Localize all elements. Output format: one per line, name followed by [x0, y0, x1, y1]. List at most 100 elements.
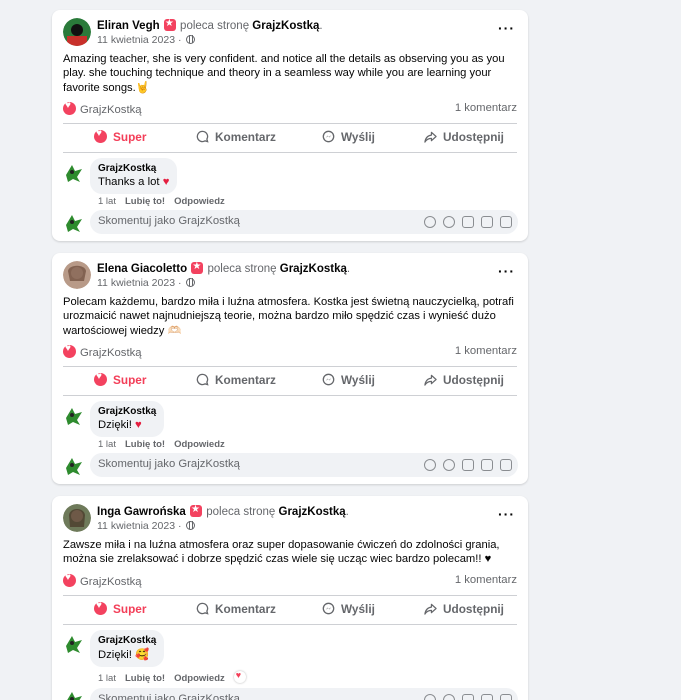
comment-input[interactable]: Skomentuj jako GrajzKostką — [90, 688, 518, 700]
post-date[interactable]: 11 kwietnia 2023 · — [97, 277, 181, 289]
sticker-icon[interactable] — [500, 459, 512, 471]
post-header: Elena Giacoletto poleca stronę GrajzKost… — [63, 261, 517, 297]
page-avatar[interactable] — [63, 405, 85, 427]
comment-links: 1 lat Lubię to! Odpowiedz — [98, 439, 234, 450]
share-button[interactable]: Udostępnij — [424, 602, 504, 616]
camera-icon[interactable] — [462, 216, 474, 228]
comment-button[interactable]: Komentarz — [196, 602, 276, 616]
camera-icon[interactable] — [462, 694, 474, 700]
emoji-icon[interactable] — [443, 216, 455, 228]
page-avatar[interactable] — [63, 633, 85, 655]
comment-input[interactable]: Skomentuj jako GrajzKostką — [90, 210, 518, 234]
comment-text: Dzięki! 🥰 — [98, 649, 150, 661]
comment-like-link[interactable]: Lubię to! — [125, 196, 165, 207]
reactions-summary: GrajzKostką 1 komentarz — [63, 572, 517, 590]
page-avatar[interactable] — [63, 212, 85, 234]
super-button[interactable]: Super — [94, 128, 146, 144]
page-avatar[interactable] — [63, 455, 85, 477]
comment-count[interactable]: 1 komentarz — [455, 102, 517, 114]
author-name[interactable]: Inga Gawrońska — [97, 506, 186, 518]
super-button[interactable]: Super — [94, 371, 146, 387]
more-options-icon[interactable]: ··· — [498, 506, 515, 522]
comment-reply-link[interactable]: Odpowiedz — [174, 196, 225, 207]
comment-links: 1 lat Lubię to! Odpowiedz — [98, 670, 255, 684]
page-avatar[interactable] — [63, 162, 85, 184]
gif-icon[interactable] — [481, 216, 493, 228]
comment-input[interactable]: Skomentuj jako GrajzKostką — [90, 453, 518, 477]
review-post-3: Inga Gawrońska poleca stronę GrajzKostką… — [52, 496, 528, 700]
comment-age[interactable]: 1 lat — [98, 196, 116, 207]
reactions-by[interactable]: GrajzKostką — [63, 343, 142, 359]
post-body: Amazing teacher, she is very confident. … — [63, 53, 505, 94]
send-button[interactable]: Wyślij — [322, 602, 375, 616]
avatar-sticker-icon[interactable] — [424, 216, 436, 228]
super-heart-icon — [94, 128, 107, 143]
avatar-sticker-icon[interactable] — [424, 459, 436, 471]
author-name[interactable]: Eliran Vegh — [97, 20, 160, 32]
post-meta: 11 kwietnia 2023 · — [97, 277, 196, 289]
reactions-by[interactable]: GrajzKostką — [63, 572, 142, 588]
page-name[interactable]: GrajzKostką — [280, 263, 347, 275]
gif-icon[interactable] — [481, 694, 493, 700]
avatar[interactable] — [63, 261, 91, 289]
comment-count[interactable]: 1 komentarz — [455, 574, 517, 586]
comment-count[interactable]: 1 komentarz — [455, 345, 517, 357]
comment-bubble: GrajzKostką Thanks a lot ♥ — [90, 158, 178, 194]
comment-icon — [196, 602, 209, 615]
comment-reply-link[interactable]: Odpowiedz — [174, 439, 225, 450]
comment-tools — [417, 215, 512, 233]
avatar[interactable] — [63, 18, 91, 46]
send-button[interactable]: Wyślij — [322, 130, 375, 144]
more-options-icon[interactable]: ··· — [498, 263, 515, 279]
post-date[interactable]: 11 kwietnia 2023 · — [97, 520, 181, 532]
post-body: Polecam każdemu, bardzo miła i luźna atm… — [63, 296, 514, 337]
gif-icon[interactable] — [481, 459, 493, 471]
comment-like-link[interactable]: Lubię to! — [125, 439, 165, 450]
comment-like-link[interactable]: Lubię to! — [125, 673, 165, 684]
page-avatar[interactable] — [63, 689, 85, 700]
sticker-icon[interactable] — [500, 216, 512, 228]
emoji-icon[interactable] — [443, 694, 455, 700]
recommends-text: poleca stronę — [180, 20, 250, 32]
avatar[interactable] — [63, 504, 91, 532]
emoji-icon[interactable] — [443, 459, 455, 471]
commenter-name[interactable]: GrajzKostką — [98, 406, 156, 417]
review-post-1: Eliran Vegh poleca stronę GrajzKostką. 1… — [52, 10, 528, 241]
more-options-icon[interactable]: ··· — [498, 20, 515, 36]
share-button[interactable]: Udostępnij — [424, 130, 504, 144]
post-date[interactable]: 11 kwietnia 2023 · — [97, 34, 181, 46]
share-icon — [424, 374, 437, 386]
camera-icon[interactable] — [462, 459, 474, 471]
post-headline: Inga Gawrońska poleca stronę GrajzKostką… — [97, 504, 349, 518]
post-header: Inga Gawrońska poleca stronę GrajzKostką… — [63, 504, 517, 540]
sticker-icon[interactable] — [500, 694, 512, 700]
heart-reaction-icon — [63, 100, 76, 115]
commenter-name[interactable]: GrajzKostką — [98, 635, 156, 646]
comment-icon — [196, 373, 209, 386]
send-button[interactable]: Wyślij — [322, 373, 375, 387]
post-body: Zawsze miła i na luźna atmosfera oraz su… — [63, 539, 500, 566]
comment-reaction-icon[interactable] — [233, 670, 246, 683]
super-button[interactable]: Super — [94, 600, 146, 616]
comment-age[interactable]: 1 lat — [98, 439, 116, 450]
comment-age[interactable]: 1 lat — [98, 673, 116, 684]
super-heart-icon — [94, 371, 107, 386]
reactions-summary: GrajzKostką 1 komentarz — [63, 100, 517, 118]
commenter-name[interactable]: GrajzKostką — [98, 163, 169, 174]
comment-emoji: ♥ — [135, 419, 142, 431]
comment-reply-link[interactable]: Odpowiedz — [174, 673, 225, 684]
avatar-sticker-icon[interactable] — [424, 694, 436, 700]
page-name[interactable]: GrajzKostką — [279, 506, 346, 518]
author-name[interactable]: Elena Giacoletto — [97, 263, 187, 275]
share-button[interactable]: Udostępnij — [424, 373, 504, 387]
comment-links: 1 lat Lubię to! Odpowiedz — [98, 196, 234, 207]
action-bar: Super Komentarz Wyślij Udostępnij — [63, 595, 517, 625]
reactions-by[interactable]: GrajzKostką — [63, 100, 142, 116]
comment-placeholder: Skomentuj jako GrajzKostką — [98, 693, 240, 700]
globe-icon — [186, 278, 196, 287]
action-bar: Super Komentarz Wyślij Udostępnij — [63, 366, 517, 396]
comment-button[interactable]: Komentarz — [196, 373, 276, 387]
page-name[interactable]: GrajzKostką — [252, 20, 319, 32]
comment-button[interactable]: Komentarz — [196, 130, 276, 144]
super-heart-icon — [94, 600, 107, 615]
